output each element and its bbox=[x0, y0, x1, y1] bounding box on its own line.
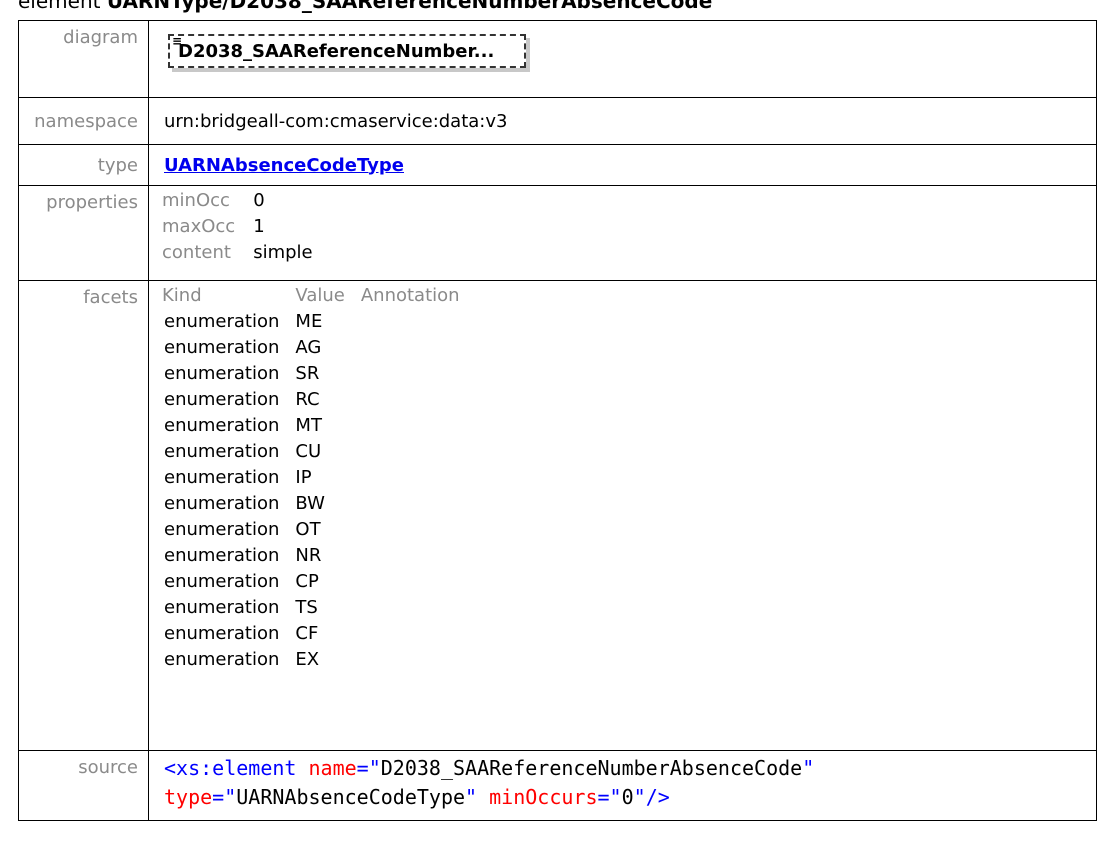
facet-kind: enumeration bbox=[164, 519, 280, 540]
namespace-value: urn:bridgeall-com:cmaservice:data:v3 bbox=[148, 97, 1097, 145]
facet-value: SR bbox=[295, 363, 320, 384]
xml-name-value: D2038_SAAReferenceNumberAbsenceCode bbox=[380, 756, 803, 780]
property-value: 0 bbox=[253, 190, 265, 211]
facet-value: OT bbox=[295, 519, 321, 540]
facet-kind: enumeration bbox=[164, 389, 280, 410]
facet-kind: enumeration bbox=[164, 623, 280, 644]
property-value: simple bbox=[253, 242, 313, 263]
facet-row: enumeration MT bbox=[162, 413, 476, 439]
facet-kind: enumeration bbox=[164, 493, 280, 514]
facet-value: NR bbox=[295, 545, 322, 566]
facet-row: enumeration NR bbox=[162, 543, 476, 569]
facet-kind: enumeration bbox=[164, 597, 280, 618]
facet-value: CF bbox=[295, 623, 319, 644]
property-key: minOcc bbox=[162, 190, 230, 211]
facet-value: AG bbox=[295, 337, 322, 358]
facet-row: enumeration OT bbox=[162, 517, 476, 543]
type-link[interactable]: UARNAbsenceCodeType bbox=[164, 155, 404, 176]
property-key: maxOcc bbox=[162, 216, 236, 237]
facets-table: Kind Value Annotation enumeration ME enum… bbox=[162, 283, 476, 673]
facet-row: enumeration CP bbox=[162, 569, 476, 595]
facet-row: enumeration SR bbox=[162, 361, 476, 387]
property-row: content simple bbox=[162, 240, 313, 266]
facet-value: CP bbox=[295, 571, 319, 592]
facet-row: enumeration EX bbox=[162, 647, 476, 673]
facet-kind: enumeration bbox=[164, 571, 280, 592]
row-diagram: diagram ≡ D2038_SAAReferenceNumber... bbox=[18, 20, 1097, 98]
row-namespace: namespace urn:bridgeall-com:cmaservice:d… bbox=[18, 97, 1097, 145]
page-heading: element UARNType/D2038_SAAReferenceNumbe… bbox=[18, 0, 712, 13]
label-namespace: namespace bbox=[18, 97, 149, 145]
property-value: 1 bbox=[253, 216, 265, 237]
facets-header-kind: Kind bbox=[162, 285, 202, 306]
facet-value: BW bbox=[295, 493, 325, 514]
facet-row: enumeration RC bbox=[162, 387, 476, 413]
facet-row: enumeration CF bbox=[162, 621, 476, 647]
label-properties: properties bbox=[18, 185, 149, 281]
facet-row: enumeration BW bbox=[162, 491, 476, 517]
label-facets: facets bbox=[18, 280, 149, 751]
xml-tag-close: /> bbox=[645, 785, 670, 809]
label-type: type bbox=[18, 144, 149, 186]
facets-header-annotation: Annotation bbox=[360, 285, 460, 306]
properties-table: minOcc 0 maxOcc 1 content simple bbox=[162, 188, 313, 266]
facet-kind: enumeration bbox=[164, 415, 280, 436]
facet-value: MT bbox=[295, 415, 322, 436]
property-key: content bbox=[162, 242, 231, 263]
row-source: source <xs:element name="D2038_SAARefere… bbox=[18, 750, 1097, 821]
facet-row: enumeration IP bbox=[162, 465, 476, 491]
facet-kind: enumeration bbox=[164, 545, 280, 566]
xml-type-value: UARNAbsenceCodeType bbox=[236, 785, 466, 809]
facet-kind: enumeration bbox=[164, 337, 280, 358]
facet-row: enumeration TS bbox=[162, 595, 476, 621]
facet-row: enumeration CU bbox=[162, 439, 476, 465]
facet-value: TS bbox=[295, 597, 318, 618]
facets-cell: Kind Value Annotation enumeration ME enum… bbox=[148, 280, 1097, 751]
facet-row: enumeration ME bbox=[162, 309, 476, 335]
element-lines-icon: ≡ bbox=[172, 34, 183, 48]
facets-header-value: Value bbox=[295, 285, 345, 306]
row-properties: properties minOcc 0 maxOcc 1 content sim… bbox=[18, 185, 1097, 281]
facet-row: enumeration AG bbox=[162, 335, 476, 361]
facet-kind: enumeration bbox=[164, 363, 280, 384]
diagram-element-box[interactable]: ≡ D2038_SAAReferenceNumber... bbox=[168, 34, 527, 68]
facets-header-row: Kind Value Annotation bbox=[162, 283, 476, 309]
facet-kind: enumeration bbox=[164, 467, 280, 488]
xml-attr-minoccurs: minOccurs bbox=[489, 785, 598, 809]
heading-prefix: element bbox=[18, 0, 107, 13]
property-row: maxOcc 1 bbox=[162, 214, 313, 240]
properties-cell: minOcc 0 maxOcc 1 content simple bbox=[148, 185, 1097, 281]
facet-value: RC bbox=[295, 389, 320, 410]
diagram-cell: ≡ D2038_SAAReferenceNumber... bbox=[148, 20, 1097, 98]
xml-source-code: <xs:element name="D2038_SAAReferenceNumb… bbox=[164, 754, 1096, 812]
facet-kind: enumeration bbox=[164, 311, 280, 332]
xml-min-value: 0 bbox=[621, 785, 634, 809]
heading-element-name: UARNType/D2038_SAAReferenceNumberAbsence… bbox=[106, 0, 713, 13]
row-facets: facets Kind Value Annotation enumeration… bbox=[18, 280, 1097, 751]
facet-value: CU bbox=[295, 441, 322, 462]
row-type: type UARNAbsenceCodeType bbox=[18, 144, 1097, 186]
label-source: source bbox=[18, 750, 149, 821]
type-cell: UARNAbsenceCodeType bbox=[148, 144, 1097, 186]
facet-value: IP bbox=[295, 467, 312, 488]
xml-tag-open: <xs:element bbox=[164, 756, 297, 780]
xml-attr-type: type bbox=[164, 785, 213, 809]
facet-kind: enumeration bbox=[164, 441, 280, 462]
xml-attr-name: name bbox=[308, 756, 357, 780]
element-doc-table: diagram ≡ D2038_SAAReferenceNumber... na… bbox=[18, 20, 1097, 821]
facet-kind: enumeration bbox=[164, 649, 280, 670]
label-diagram: diagram bbox=[18, 20, 149, 98]
diagram-box-text: D2038_SAAReferenceNumber... bbox=[178, 41, 495, 62]
facet-value: ME bbox=[295, 311, 323, 332]
source-line-1: <xs:element name="D2038_SAAReferenceNumb… bbox=[164, 756, 815, 780]
source-line-2: type="UARNAbsenceCodeType" minOccurs="0"… bbox=[164, 785, 670, 809]
facet-value: EX bbox=[295, 649, 320, 670]
source-cell: <xs:element name="D2038_SAAReferenceNumb… bbox=[148, 750, 1097, 821]
property-row: minOcc 0 bbox=[162, 188, 313, 214]
